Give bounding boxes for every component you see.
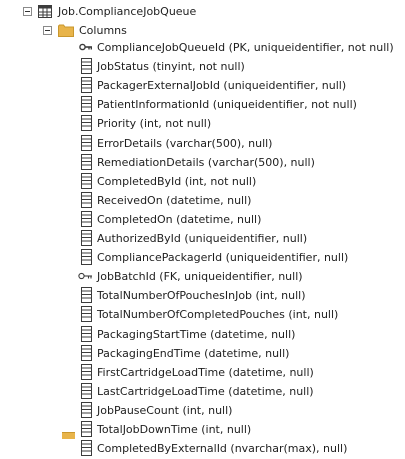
column-icon — [81, 153, 92, 170]
foreign-key-icon — [78, 268, 92, 284]
column-label: CompliancePackagerId (uniqueidentifier, … — [97, 251, 349, 265]
column-label: TotalNumberOfPouchesInJob (int, null) — [97, 289, 306, 303]
column-icon — [81, 421, 92, 437]
column-label: JobPauseCount (int, null) — [97, 403, 233, 417]
column-item[interactable]: CompletedById (int, not null) — [0, 172, 405, 191]
column-label: PackagingStartTime (datetime, null) — [97, 327, 296, 341]
column-item[interactable]: JobStatus (tinyint, not null) — [0, 57, 405, 76]
column-item[interactable]: CompliancePackagerId (uniqueidentifier, … — [0, 248, 405, 267]
column-icon — [81, 249, 92, 266]
column-item[interactable]: ComplianceJobQueueId (PK, uniqueidentifi… — [0, 38, 405, 57]
column-label: FirstCartridgeLoadTime (datetime, null) — [97, 365, 314, 379]
column-item[interactable]: PackagerExternalJobId (uniqueidentifier,… — [0, 76, 405, 95]
column-label: RemediationDetails (varchar(500), null) — [97, 155, 315, 169]
column-item[interactable]: LastCartridgeLoadTime (datetime, null) — [0, 382, 405, 401]
column-label: JobBatchId (FK, uniqueidentifier, null) — [97, 270, 303, 284]
column-icon — [81, 58, 92, 75]
column-item[interactable]: PatientInformationId (uniqueidentifier, … — [0, 95, 405, 114]
column-item[interactable]: PackagingEndTime (datetime, null) — [0, 344, 405, 363]
column-icon — [81, 382, 92, 399]
collapse-toggle-table[interactable] — [23, 7, 32, 16]
column-label: JobStatus (tinyint, not null) — [97, 60, 245, 74]
column-item[interactable]: Priority (int, not null) — [0, 114, 405, 133]
column-icon — [81, 77, 92, 94]
column-label: ComplianceJobQueueId (PK, uniqueidentifi… — [97, 41, 394, 54]
column-icon — [81, 306, 92, 323]
column-icon — [81, 210, 92, 227]
column-icon — [81, 401, 92, 418]
column-icon — [81, 191, 92, 208]
column-icon — [81, 115, 92, 132]
column-label: PackagingEndTime (datetime, null) — [97, 346, 290, 360]
column-label: CompletedOn (datetime, null) — [97, 212, 262, 226]
column-icon — [81, 325, 92, 342]
column-label: ErrorDetails (varchar(500), null) — [97, 136, 273, 150]
column-icon — [81, 134, 92, 151]
column-item[interactable]: JobBatchId (FK, uniqueidentifier, null) — [0, 267, 405, 286]
column-label: CompletedById (int, not null) — [97, 174, 257, 188]
column-item[interactable]: FirstCartridgeLoadTime (datetime, null) — [0, 363, 405, 382]
column-item[interactable]: ReceivedOn (datetime, null) — [0, 191, 405, 210]
column-icon — [81, 363, 92, 380]
column-item[interactable]: CompletedByExternalId (nvarchar(max), nu… — [0, 439, 405, 458]
table-label: Job.ComplianceJobQueue — [58, 5, 197, 18]
column-item[interactable]: TotalNumberOfCompletedPouches (int, null… — [0, 305, 405, 324]
table-icon — [38, 5, 52, 18]
column-icon — [81, 287, 92, 304]
column-icon — [81, 96, 92, 113]
column-icon — [81, 440, 92, 457]
column-label: CompletedByExternalId (nvarchar(max), nu… — [97, 442, 348, 456]
column-item[interactable]: TotalNumberOfPouchesInJob (int, null) — [0, 286, 405, 305]
column-icon — [81, 172, 92, 189]
column-item[interactable]: TotalJobDownTime (int, null) — [0, 420, 405, 439]
collapse-toggle-columns[interactable] — [43, 26, 52, 35]
column-item[interactable]: AuthorizedById (uniqueidentifier, null) — [0, 229, 405, 248]
primary-key-icon — [79, 39, 93, 55]
column-item[interactable]: RemediationDetails (varchar(500), null) — [0, 153, 405, 172]
tree-node-table[interactable]: Job.ComplianceJobQueue — [0, 2, 405, 21]
column-icon — [81, 344, 92, 361]
column-label: Priority (int, not null) — [97, 117, 212, 131]
column-item[interactable]: PackagingStartTime (datetime, null) — [0, 325, 405, 344]
folder-icon — [58, 24, 74, 37]
column-label: PatientInformationId (uniqueidentifier, … — [97, 98, 357, 112]
column-label: ReceivedOn (datetime, null) — [97, 193, 252, 207]
column-icon — [81, 230, 92, 246]
column-label: LastCartridgeLoadTime (datetime, null) — [97, 384, 314, 398]
column-label: TotalJobDownTime (int, null) — [97, 423, 252, 436]
column-label: PackagerExternalJobId (uniqueidentifier,… — [97, 79, 347, 93]
column-label: TotalNumberOfCompletedPouches (int, null… — [97, 308, 339, 322]
columns-folder-label: Columns — [79, 24, 127, 37]
column-item[interactable]: JobPauseCount (int, null) — [0, 401, 405, 420]
column-item[interactable]: CompletedOn (datetime, null) — [0, 210, 405, 229]
column-label: AuthorizedById (uniqueidentifier, null) — [97, 232, 308, 245]
column-item[interactable]: ErrorDetails (varchar(500), null) — [0, 134, 405, 153]
